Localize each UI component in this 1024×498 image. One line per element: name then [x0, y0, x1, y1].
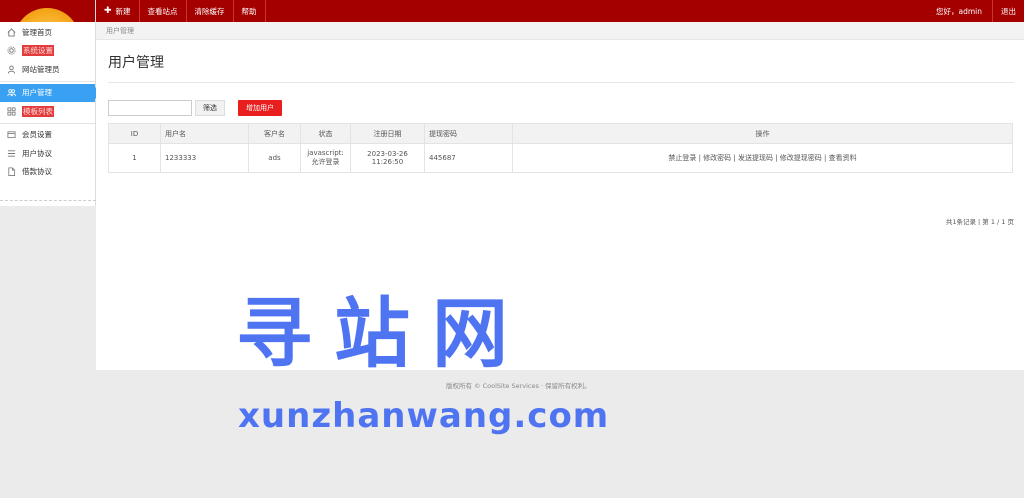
gear-icon	[6, 46, 16, 56]
view-site-button[interactable]: 查看站点	[140, 0, 187, 22]
user-table: ID 用户名 客户名 状态 注册日期 提现密码 操作 1 1233333 ads…	[108, 123, 1013, 173]
column-header-status[interactable]: 状态	[300, 123, 351, 144]
sidebar-item-system-settings[interactable]: 系统设置	[0, 42, 95, 61]
column-header-customer[interactable]: 客户名	[248, 123, 301, 144]
sidebar-item-label: 模板列表	[22, 105, 54, 117]
file-icon	[6, 167, 16, 177]
cell-id: 1	[108, 143, 161, 173]
grid-icon	[6, 106, 16, 116]
sidebar-bottom-divider	[0, 200, 96, 201]
user-icon	[6, 64, 16, 74]
pagination-info: 共1条记录 | 第 1 / 1 页	[945, 218, 1014, 226]
cell-actions[interactable]: 禁止登录 | 修改密码 | 发送提现码 | 修改提现密码 | 查看资料	[512, 143, 1013, 173]
cell-username: 1233333	[160, 143, 249, 173]
toolbar: 筛选 增加用户	[108, 100, 282, 116]
home-icon	[6, 27, 16, 37]
sidebar-divider	[0, 80, 95, 82]
search-input[interactable]	[108, 100, 192, 116]
new-button-label: 新建	[115, 6, 131, 16]
sidebar-item-site-admin[interactable]: 网站管理员	[0, 60, 95, 79]
sidebar-item-user-agreement[interactable]: 用户协议	[0, 144, 95, 163]
breadcrumb: 用户管理	[96, 22, 1024, 40]
column-header-actions: 操作	[512, 123, 1013, 144]
logo	[0, 0, 95, 22]
sidebar-item-loan-agreement[interactable]: 借款协议	[0, 163, 95, 182]
cell-status: javascript: 允许登录	[300, 143, 351, 173]
logout-button[interactable]: 退出	[992, 0, 1024, 22]
top-navbar: ✚ 新建 查看站点 清除缓存 帮助 您好，admin 退出	[96, 0, 1024, 22]
cell-withdraw-pin: 445687	[424, 143, 513, 173]
table-header-row: ID 用户名 客户名 状态 注册日期 提现密码 操作	[108, 123, 1013, 144]
users-icon	[6, 88, 16, 98]
new-button[interactable]: ✚ 新建	[96, 0, 140, 22]
sidebar-item-label: 管理首页	[22, 27, 52, 37]
copyright-footer: 版权所有 © CoolSite Services · 保留所有权利。	[446, 382, 591, 390]
logo-sun-icon	[14, 8, 80, 22]
cell-customer: ads	[248, 143, 301, 173]
sidebar: 管理首页 系统设置 网站管理员 用户管理 模板列表 会员设置 用户协议 借款协议	[0, 0, 101, 206]
sidebar-item-label: 用户管理	[22, 88, 52, 98]
sidebar-item-home[interactable]: 管理首页	[0, 23, 95, 42]
title-divider	[108, 82, 1014, 83]
sidebar-item-label: 借款协议	[22, 167, 52, 177]
watermark-chinese: 寻站网	[236, 289, 530, 378]
sidebar-item-label: 系统设置	[22, 45, 54, 57]
column-header-username[interactable]: 用户名	[160, 123, 249, 144]
column-header-withdraw-pin[interactable]: 提现密码	[424, 123, 513, 144]
clear-cache-button[interactable]: 清除缓存	[187, 0, 234, 22]
sidebar-item-label: 会员设置	[22, 130, 52, 140]
table-row: 1 1233333 ads javascript: 允许登录 2023-03-2…	[108, 143, 1013, 173]
sidebar-item-user-management[interactable]: 用户管理	[0, 83, 101, 102]
sidebar-item-label: 用户协议	[22, 148, 52, 158]
sidebar-item-templates[interactable]: 模板列表	[0, 102, 95, 121]
column-header-register-date[interactable]: 注册日期	[350, 123, 425, 144]
sidebar-item-label: 网站管理员	[22, 64, 60, 74]
help-button[interactable]: 帮助	[234, 0, 266, 22]
cell-register-date: 2023-03-26 11:26:50	[350, 143, 425, 173]
add-user-button[interactable]: 增加用户	[238, 100, 282, 116]
list-icon	[6, 148, 16, 158]
filter-button[interactable]: 筛选	[195, 100, 225, 116]
column-header-id[interactable]: ID	[108, 123, 161, 144]
plus-icon: ✚	[104, 6, 112, 16]
sidebar-divider	[0, 122, 95, 124]
card-icon	[6, 130, 16, 140]
sidebar-item-member-settings[interactable]: 会员设置	[0, 126, 95, 145]
watermark-domain: xunzhanwang.com	[238, 396, 610, 436]
user-greeting[interactable]: 您好，admin	[926, 6, 992, 17]
page-title: 用户管理	[108, 55, 164, 71]
